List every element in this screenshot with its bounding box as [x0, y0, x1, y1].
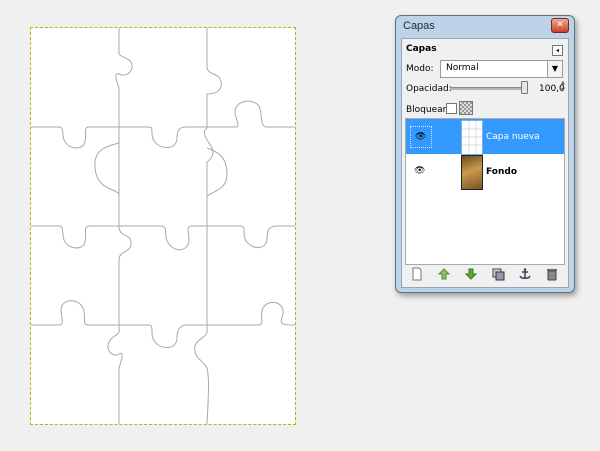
raise-layer-button[interactable]: [437, 267, 451, 281]
new-layer-button[interactable]: [410, 267, 424, 281]
thumbnail-puzzle-icon: [462, 121, 482, 154]
opacity-slider-thumb[interactable]: [521, 81, 528, 94]
opacity-label: Opacidad:: [406, 84, 452, 94]
mode-label: Modo:: [406, 64, 434, 74]
spin-arrows-icon[interactable]: ▲ ▼: [561, 80, 566, 94]
layers-dialog[interactable]: Capas ✕ Capas ◂ Modo: Normal ▼ Opacidad:…: [395, 15, 575, 293]
layer-thumbnail: [461, 120, 483, 155]
new-layer-icon: [412, 267, 422, 281]
visibility-toggle[interactable]: 👁: [410, 126, 432, 148]
mode-dropdown[interactable]: Normal ▼: [440, 60, 563, 78]
panel-menu-icon[interactable]: ◂: [552, 45, 563, 56]
delete-layer-icon: [547, 269, 557, 281]
layers-list[interactable]: 👁 Capa nueva 👁 Fondo: [405, 118, 565, 265]
layer-name[interactable]: Capa nueva: [486, 132, 540, 142]
image-canvas[interactable]: [0, 0, 390, 451]
panel-heading: Capas: [406, 44, 437, 54]
layers-toolbar: [405, 267, 565, 283]
duplicate-layer-button[interactable]: [491, 267, 505, 281]
dialog-title: Capas: [403, 20, 435, 32]
layer-row[interactable]: 👁 Fondo: [406, 154, 564, 190]
lock-label: Bloquear:: [406, 105, 450, 115]
duplicate-layer-icon: [492, 268, 505, 281]
layer-name[interactable]: Fondo: [486, 167, 517, 177]
anchor-layer-button[interactable]: [518, 267, 532, 281]
anchor-layer-icon: [519, 268, 531, 279]
visibility-toggle[interactable]: 👁: [412, 163, 428, 179]
chevron-down-icon[interactable]: ▼: [547, 61, 562, 77]
raise-layer-icon: [437, 268, 451, 280]
puzzle-image[interactable]: [30, 27, 296, 425]
dialog-titlebar[interactable]: Capas ✕: [396, 16, 574, 36]
mode-value: Normal: [446, 63, 479, 73]
layer-row[interactable]: 👁 Capa nueva: [406, 119, 564, 155]
close-icon: ✕: [556, 20, 564, 30]
layer-thumbnail: [461, 155, 483, 190]
eye-icon: 👁: [414, 166, 426, 176]
puzzle-cut-h3: [31, 300, 295, 348]
lower-layer-icon: [464, 268, 478, 280]
eye-icon: 👁: [415, 132, 427, 142]
lock-alpha-icon[interactable]: [459, 101, 473, 115]
puzzle-cut-h1: [31, 100, 295, 149]
puzzle-lines: [31, 28, 295, 424]
lock-pixels-checkbox[interactable]: [446, 103, 457, 114]
lower-layer-button[interactable]: [464, 267, 478, 281]
opacity-slider[interactable]: [450, 87, 524, 90]
puzzle-cut-h2: [31, 225, 295, 251]
close-button[interactable]: ✕: [551, 18, 569, 33]
delete-layer-button[interactable]: [545, 267, 559, 281]
layers-panel: Capas ◂ Modo: Normal ▼ Opacidad: 100,0 ▲…: [401, 38, 569, 288]
